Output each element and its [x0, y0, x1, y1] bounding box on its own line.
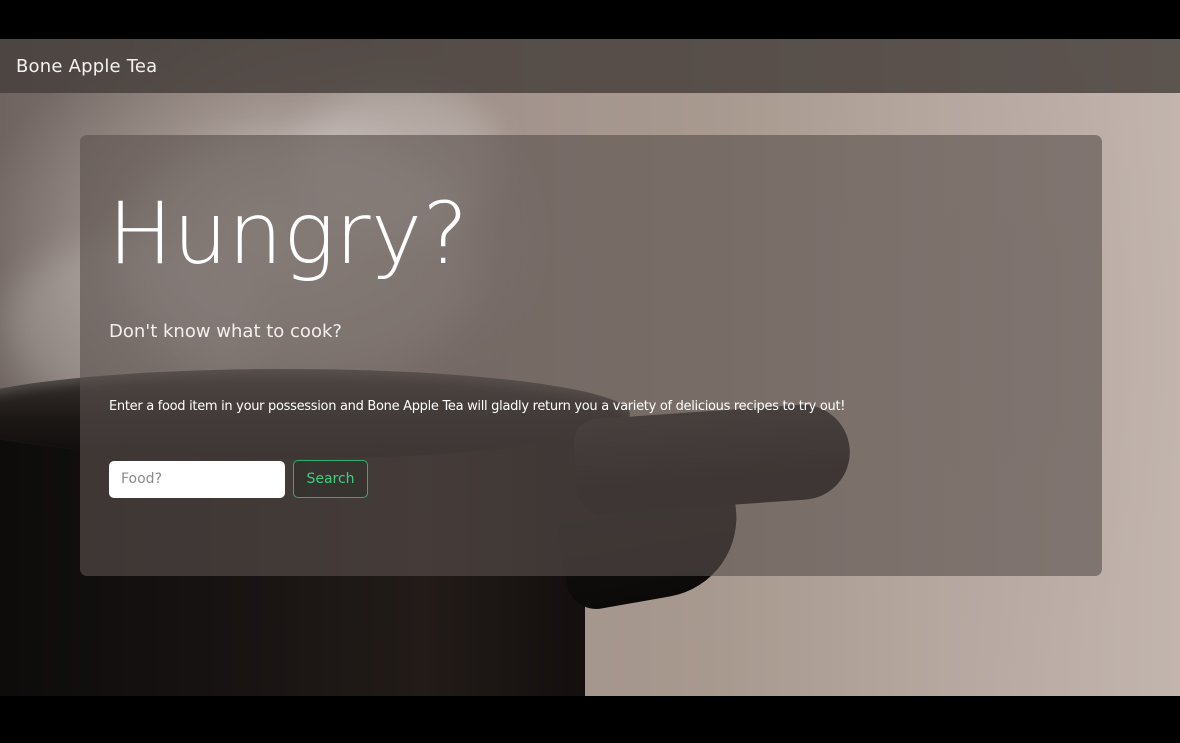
navbar: Bone Apple Tea: [0, 39, 1180, 93]
search-button[interactable]: Search: [293, 460, 368, 498]
search-form: Search: [109, 460, 368, 498]
brand-link[interactable]: Bone Apple Tea: [16, 56, 157, 77]
food-search-input[interactable]: [109, 460, 285, 498]
hero-headline: Hungry?: [108, 184, 469, 284]
hero-panel: Hungry? Don't know what to cook? Enter a…: [80, 135, 1102, 576]
hero-description: Enter a food item in your possession and…: [109, 399, 846, 414]
hero-lead: Don't know what to cook?: [109, 321, 342, 342]
page-viewport: Bone Apple Tea Hungry? Don't know what t…: [0, 39, 1180, 696]
